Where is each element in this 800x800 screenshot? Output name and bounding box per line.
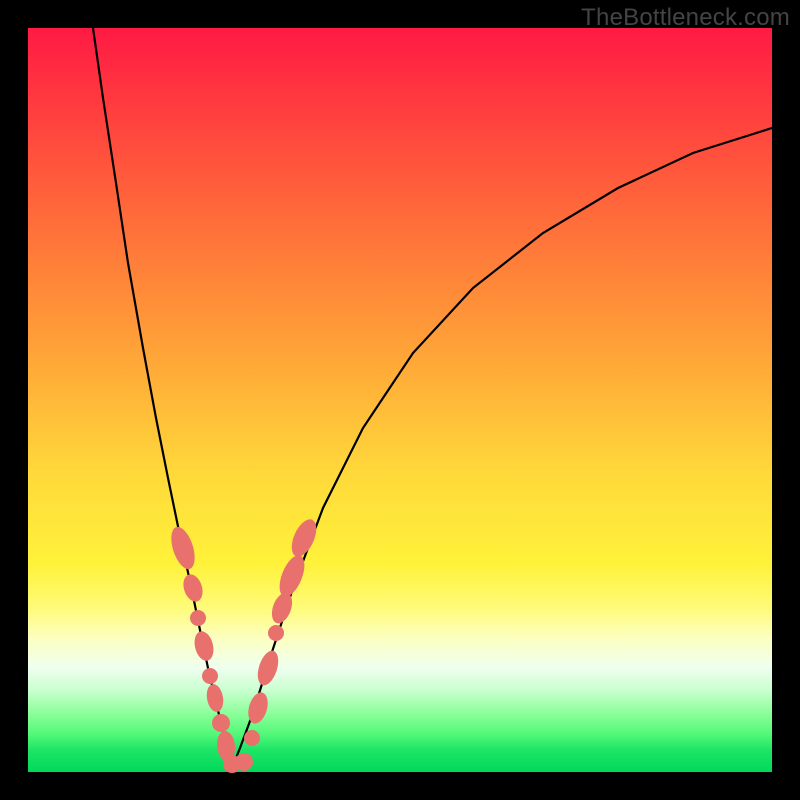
bead-marker — [235, 753, 253, 771]
bead-marker — [244, 730, 260, 746]
bead-marker — [254, 648, 282, 688]
chart-svg — [28, 28, 772, 772]
bead-marker — [190, 610, 206, 626]
bead-marker — [245, 690, 271, 726]
bead-marker — [192, 629, 217, 662]
bead-marker — [167, 524, 200, 572]
bead-marker — [180, 572, 206, 604]
curve-right-branch — [232, 128, 772, 768]
bead-marker — [205, 683, 226, 713]
bead-marker — [202, 668, 218, 684]
bead-marker — [268, 625, 284, 641]
bead-marker — [287, 516, 322, 561]
bead-marker — [212, 714, 230, 732]
